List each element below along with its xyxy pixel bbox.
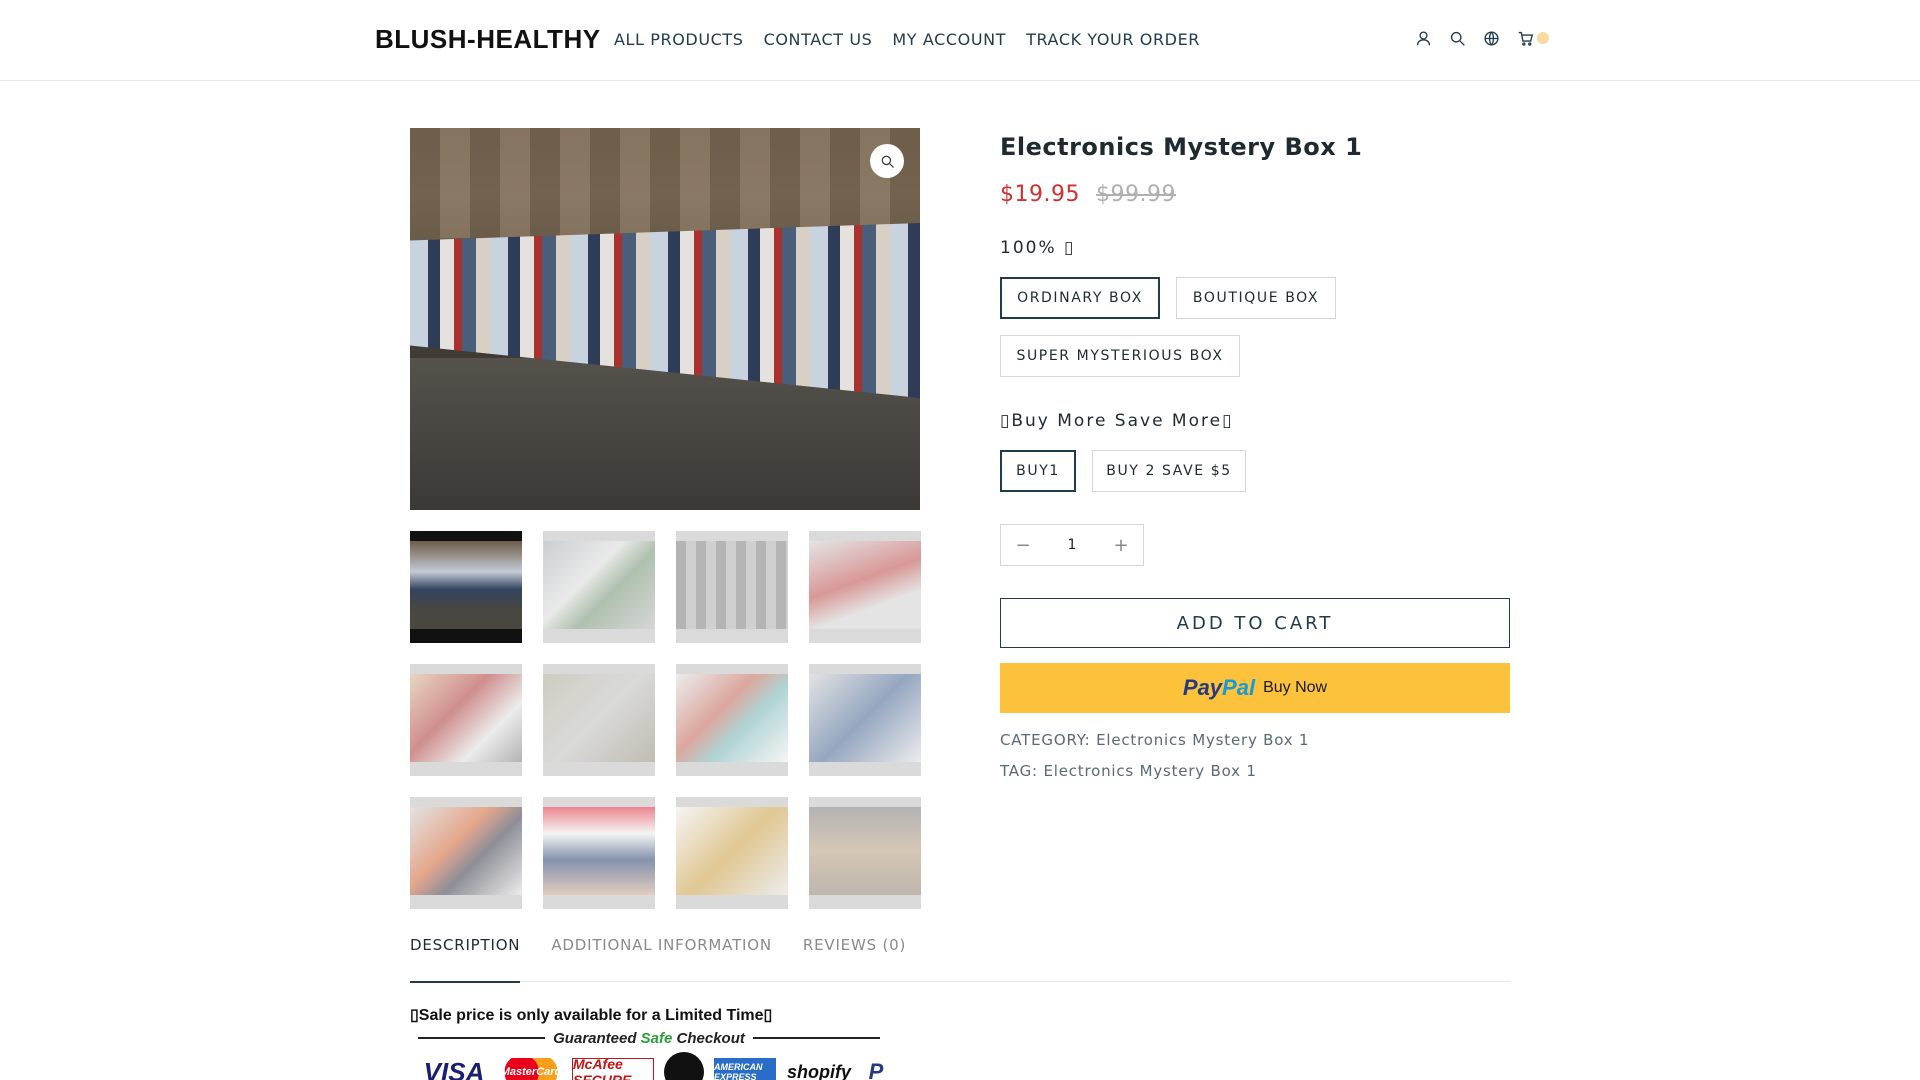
nav-all-products[interactable]: ALL PRODUCTS <box>614 30 744 49</box>
thumbnail-5[interactable] <box>410 664 522 776</box>
divider-right <box>752 1037 881 1039</box>
thumbnail-image <box>410 674 522 762</box>
option-boutique-box[interactable]: BOUTIQUE BOX <box>1176 277 1336 319</box>
main-nav: ALL PRODUCTS CONTACT US MY ACCOUNT TRACK… <box>614 30 1200 49</box>
cart-icon <box>1515 28 1535 48</box>
zoom-button[interactable] <box>870 144 904 178</box>
add-to-cart-button[interactable]: ADD TO CART <box>1000 598 1510 648</box>
guarantee-before: Guaranteed <box>553 1029 641 1047</box>
product-title: Electronics Mystery Box 1 <box>1000 133 1363 161</box>
option-buy2-save5[interactable]: BUY 2 SAVE $5 <box>1092 450 1246 492</box>
thumbnail-9[interactable] <box>410 797 522 909</box>
quantity-stepper: − + <box>1000 524 1144 566</box>
product-main-image[interactable] <box>410 128 920 510</box>
guaranteed-safe-checkout: Guaranteed Safe Checkout <box>418 1027 881 1049</box>
payment-logos: VISA MasterCard McAfee SECURE AMERICAN E… <box>418 1052 890 1080</box>
paypal-icon: P <box>868 1059 884 1080</box>
paypal-logo-pal: Pal <box>1222 675 1256 700</box>
option-super-mysterious-box[interactable]: SUPER MYSTERIOUS BOX <box>1000 335 1240 377</box>
header-icons: 0 <box>1413 28 1549 48</box>
sale-notice: ▯Sale price is only available for a Limi… <box>410 1007 773 1024</box>
divider-left <box>418 1037 546 1039</box>
paypal-logo: PayPal <box>1183 675 1255 701</box>
thumbnail-image <box>543 541 655 629</box>
thumbnail-image <box>410 541 522 629</box>
zoom-icon <box>881 155 894 168</box>
user-icon[interactable] <box>1413 28 1433 48</box>
shopify-logo: shopify <box>786 1061 851 1080</box>
cart-button[interactable]: 0 <box>1515 28 1549 48</box>
category-label: CATEGORY: <box>1000 731 1091 749</box>
cart-count-badge: 0 <box>1537 32 1549 44</box>
visa-logo: VISA <box>423 1056 485 1080</box>
image-ceiling <box>410 128 920 238</box>
option-buy1[interactable]: BUY1 <box>1000 450 1076 492</box>
option-label-bundle: ▯Buy More Save More▯ <box>1000 411 1234 431</box>
thumbnail-1[interactable] <box>410 531 522 643</box>
mcafee-logo: McAfee SECURE <box>572 1056 654 1080</box>
tab-additional-information[interactable]: ADDITIONAL INFORMATION <box>551 936 772 983</box>
globe-icon[interactable] <box>1481 28 1501 48</box>
plus-icon[interactable]: + <box>1111 535 1131 556</box>
amex-logo: AMERICAN EXPRESS <box>714 1058 776 1080</box>
thumbnail-4[interactable] <box>809 531 921 643</box>
product-category: CATEGORY: Electronics Mystery Box 1 <box>1000 731 1309 749</box>
thumbnail-grid <box>410 531 921 909</box>
product-tag: TAG: Electronics Mystery Box 1 <box>1000 762 1257 780</box>
category-link[interactable]: Electronics Mystery Box 1 <box>1096 731 1309 749</box>
thumbnail-image <box>809 541 921 629</box>
thumbnail-3[interactable] <box>676 531 788 643</box>
guarantee-text: Guaranteed Safe Checkout <box>553 1030 745 1047</box>
thumbnail-12[interactable] <box>809 797 921 909</box>
site-logo[interactable]: BLUSH-HEALTHY <box>375 24 601 55</box>
tab-reviews[interactable]: REVIEWS (0) <box>803 936 906 983</box>
paypal-buy-now-button[interactable]: PayPal Buy Now <box>1000 663 1510 713</box>
sale-price: $19.95 <box>1000 182 1080 207</box>
thumbnail-image <box>543 674 655 762</box>
guarantee-after: Checkout <box>672 1029 745 1047</box>
option-label-box-type: 100% ▯ <box>1000 238 1076 258</box>
price-row: $19.95 $99.99 <box>1000 182 1176 207</box>
option-ordinary-box[interactable]: ORDINARY BOX <box>1000 277 1160 319</box>
site-header: BLUSH-HEALTHY ALL PRODUCTS CONTACT US MY… <box>0 0 1920 81</box>
quantity-input[interactable] <box>1047 537 1097 553</box>
thumbnail-6[interactable] <box>543 664 655 776</box>
thumbnail-image <box>676 807 788 895</box>
thumbnail-image <box>809 674 921 762</box>
regular-price: $99.99 <box>1095 182 1176 207</box>
thumbnail-image <box>676 541 788 629</box>
tab-description[interactable]: DESCRIPTION <box>410 936 521 983</box>
guarantee-safe: Safe <box>640 1029 673 1047</box>
thumbnail-image <box>543 807 655 895</box>
tag-label: TAG: <box>1000 762 1038 780</box>
minus-icon[interactable]: − <box>1013 535 1033 556</box>
nav-my-account[interactable]: MY ACCOUNT <box>892 30 1006 49</box>
tag-link[interactable]: Electronics Mystery Box 1 <box>1043 762 1256 780</box>
norton-secured-icon <box>664 1052 704 1080</box>
paypal-button-label: Buy Now <box>1263 679 1328 696</box>
thumbnail-7[interactable] <box>676 664 788 776</box>
thumbnail-image <box>410 807 522 895</box>
product-tabs: DESCRIPTION ADDITIONAL INFORMATION REVIE… <box>410 936 906 983</box>
mastercard-logo: MasterCard <box>500 1058 562 1080</box>
nav-contact-us[interactable]: CONTACT US <box>764 30 873 49</box>
nav-track-order[interactable]: TRACK YOUR ORDER <box>1026 30 1200 49</box>
thumbnail-2[interactable] <box>543 531 655 643</box>
thumbnail-8[interactable] <box>809 664 921 776</box>
search-icon[interactable] <box>1447 28 1467 48</box>
thumbnail-image <box>676 674 788 762</box>
thumbnail-10[interactable] <box>543 797 655 909</box>
thumbnail-image <box>809 807 921 895</box>
thumbnail-11[interactable] <box>676 797 788 909</box>
paypal-logo-pay: Pay <box>1182 675 1223 700</box>
